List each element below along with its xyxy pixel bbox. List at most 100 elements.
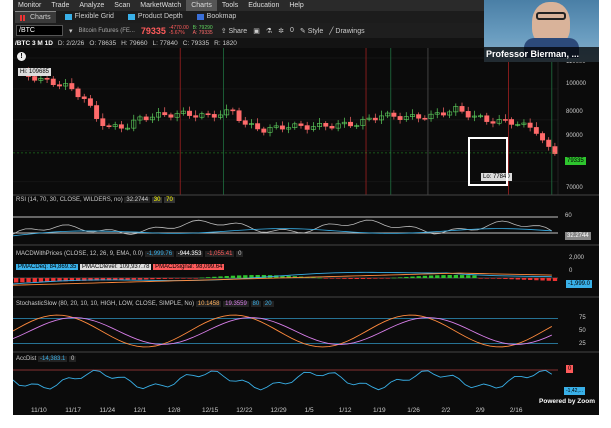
accdist-header: AccDist -14,383.1 0 xyxy=(16,355,77,363)
x-axis-tick-label: 11/17 xyxy=(65,407,81,414)
macd-histogram-bar xyxy=(329,278,335,279)
menu-education[interactable]: Education xyxy=(243,0,284,11)
macd-histogram-bar xyxy=(367,278,372,279)
macd-price-header: PMACDeq: 84,869.35 PMACDlevel: 109,937.7… xyxy=(16,263,225,271)
macd-histogram-bar xyxy=(243,275,248,278)
macd-histogram-bar xyxy=(144,278,149,280)
macd-v4: 0 xyxy=(236,251,244,257)
ohlc-range: R: 1820 xyxy=(214,39,237,47)
candle-body xyxy=(391,112,397,117)
macd-histogram-bar xyxy=(478,278,483,279)
macd-histogram-bar xyxy=(379,278,384,279)
chart-settings-icon[interactable]: ▣ xyxy=(253,27,260,35)
rsi-30: 30 xyxy=(151,197,163,203)
candle-body xyxy=(168,114,174,118)
macd-histogram-bar xyxy=(317,277,322,279)
rsi-header: RSI (14, 70, 30, CLOSE, WILDERS, no) 32.… xyxy=(16,196,175,204)
macd-histogram-bar xyxy=(509,278,514,280)
menu-monitor[interactable]: Monitor xyxy=(13,0,46,11)
menu-analyze[interactable]: Analyze xyxy=(74,0,109,11)
macd-v1: -1,999.76 xyxy=(144,251,175,257)
style-button[interactable]: ✎ Style xyxy=(300,27,323,35)
trading-app-window: Monitor Trade Analyze Scan MarketWatch C… xyxy=(13,0,599,415)
candle-body xyxy=(94,105,100,119)
chevron-down-icon[interactable]: ▾ xyxy=(69,27,73,35)
x-axis-tick-label: 1/5 xyxy=(305,407,314,414)
symbol-description: Bitcoin Futures (FE... xyxy=(78,27,135,34)
stoch-v4: 20 xyxy=(262,301,274,307)
macd-histogram-bar xyxy=(422,275,428,278)
flask-icon[interactable]: ⚗ xyxy=(266,27,272,35)
candle-body xyxy=(211,114,217,118)
ohlc-high: H: 79660 xyxy=(121,39,148,47)
zoom-watermark: Powered by Zoom xyxy=(539,398,595,405)
menu-tools[interactable]: Tools xyxy=(217,0,243,11)
macd-histogram-bar xyxy=(131,278,137,280)
tab-charts[interactable]: Charts xyxy=(15,10,56,24)
drawings-button[interactable]: ╱ Drawings xyxy=(329,27,364,35)
x-axis-tick-label: 12/1 xyxy=(134,407,147,414)
symbol-input[interactable]: /BTC xyxy=(16,25,63,36)
x-axis-tick-label: 12/8 xyxy=(168,407,181,414)
candle-body xyxy=(187,110,192,116)
macd-v2: -944.353 xyxy=(175,251,204,257)
candle-body xyxy=(440,112,446,116)
candle-body xyxy=(143,116,149,121)
macd-histogram-bar xyxy=(156,278,161,280)
rsi-70: 70 xyxy=(164,197,175,203)
macd-histogram-bar xyxy=(323,278,328,279)
menu-trade[interactable]: Trade xyxy=(46,0,74,11)
macd-histogram-bar xyxy=(435,275,440,278)
candle-body xyxy=(298,123,304,126)
macd-histogram-bar xyxy=(404,276,409,278)
candle-body xyxy=(193,115,199,118)
macd-histogram-bar xyxy=(187,278,192,279)
bid-ask: B: 79290 A: 79335 xyxy=(193,25,213,36)
presenter-glasses xyxy=(536,12,566,20)
menu-help[interactable]: Help xyxy=(284,0,308,11)
x-axis-tick-label: 1/26 xyxy=(407,407,420,414)
stoch-y-tick: 50 xyxy=(579,328,586,334)
macd-last-marker: -1,999.0 xyxy=(566,280,593,288)
candle-body xyxy=(484,115,490,122)
accdist-label: AccDist xyxy=(16,356,37,362)
macd-label: MACDWithPrices (CLOSE, 12, 26, 9, EMA, 0… xyxy=(16,251,144,257)
macd-histogram-bar xyxy=(515,278,520,280)
macd-histogram-bar xyxy=(348,278,353,279)
menu-scan[interactable]: Scan xyxy=(109,0,135,11)
bookmap-icon xyxy=(196,14,204,20)
menu-marketwatch[interactable]: MarketWatch xyxy=(135,0,186,11)
macd-header: MACDWithPrices (CLOSE, 12, 26, 9, EMA, 0… xyxy=(16,250,244,258)
macd-histogram-bar xyxy=(32,278,37,283)
tab-bookmap[interactable]: Bookmap xyxy=(192,11,242,23)
rsi-y-tick: 60 xyxy=(565,213,572,219)
info-icon[interactable]: ! xyxy=(17,52,26,61)
candle-body xyxy=(348,121,353,127)
macd-histogram-bar xyxy=(552,278,558,281)
menu-charts[interactable]: Charts xyxy=(186,0,217,11)
bar-chart-icon xyxy=(20,14,27,21)
macd-histogram-bar xyxy=(472,275,477,278)
macd-histogram-bar xyxy=(360,278,366,279)
last-price: 79335 xyxy=(140,25,166,36)
ohlc-date: D: 2/2/26 xyxy=(57,39,85,47)
x-axis-tick-label: 11/24 xyxy=(99,407,115,414)
x-axis: 11/10 11/17 11/24 12/1 12/8 12/15 12/22 12/29 1/… xyxy=(13,402,599,415)
chart-area[interactable]: 11/10 11/17 11/24 12/1 12/8 12/15 12/22 12/29 1/… xyxy=(13,48,599,415)
macd-histogram-bar xyxy=(497,278,502,279)
gear-icon[interactable]: ✲ xyxy=(278,27,284,35)
candle-body xyxy=(255,123,261,130)
tab-bookmap-label: Bookmap xyxy=(206,13,237,20)
candle-body xyxy=(242,120,248,125)
tab-product-depth[interactable]: Product Depth xyxy=(123,11,188,23)
candle-body xyxy=(56,84,62,87)
candle-body xyxy=(372,117,378,121)
candle-body xyxy=(552,146,558,154)
macd-histogram-bar xyxy=(236,275,242,278)
tab-flexible-grid[interactable]: Flexible Grid xyxy=(60,11,119,23)
accdist-panel xyxy=(13,351,599,402)
x-axis-tick-label: 12/15 xyxy=(202,407,219,414)
macd-histogram-bar xyxy=(199,277,205,279)
share-button[interactable]: ⇪ Share xyxy=(221,27,248,35)
macd-histogram-bar xyxy=(373,278,378,279)
